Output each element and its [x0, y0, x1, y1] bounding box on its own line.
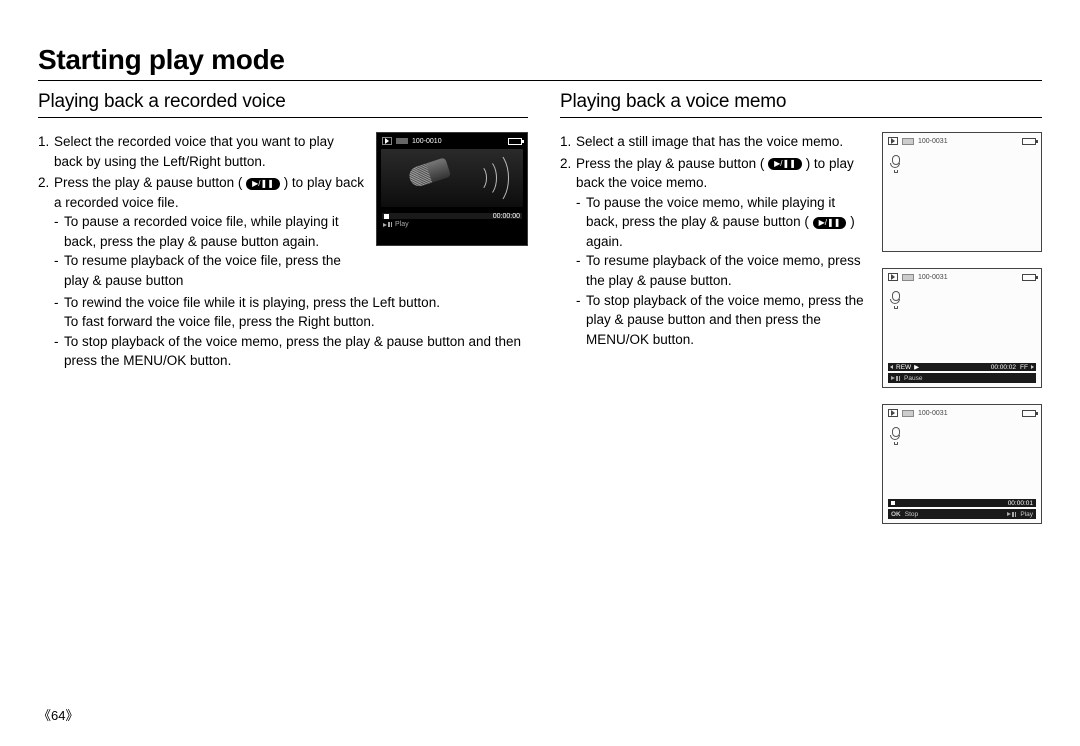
bullet-ff: To fast forward the voice file, press th… [64, 312, 528, 332]
bullet-pause: To pause a recorded voice file, while pl… [54, 212, 364, 251]
playback-mode-icon [888, 273, 898, 281]
lcd-stack: 100-0031 100-0031 [882, 132, 1042, 524]
playback-mode-icon [888, 409, 898, 417]
step-2: Press the play & pause button ( ▶/❚❚ ) t… [38, 173, 364, 290]
bullet-rewind-ff: To rewind the voice file while it is pla… [54, 293, 528, 332]
stop-icon [384, 214, 389, 219]
bullet-resume: To resume playback of the voice file, pr… [54, 251, 364, 290]
lcd-memo-paused: 100-0031 00:00:01 OK [882, 404, 1042, 524]
microphone-icon [407, 157, 451, 188]
r-step-1: Select a still image that has the voice … [560, 132, 864, 152]
r-step-2: Press the play & pause button ( ▶/❚❚ ) t… [560, 154, 864, 350]
r-bullet-resume: To resume playback of the voice memo, pr… [576, 251, 864, 290]
lcd-help-row: Play [377, 221, 527, 232]
lcd-time: 00:00:00 [493, 213, 520, 220]
heading-right: Playing back a voice memo [560, 91, 1042, 118]
page-title: Starting play mode [38, 44, 1042, 76]
left-body: Select the recorded voice that you want … [38, 132, 528, 293]
step-2a: Press the play & pause button ( [54, 175, 242, 190]
size-icon [902, 274, 914, 281]
step-1: Select the recorded voice that you want … [38, 132, 364, 171]
lcd-memo-playing: 100-0031 REW ▶ 00:00:02 FF [882, 268, 1042, 388]
microphone-icon [891, 155, 901, 171]
lcd2-help: Pause [888, 373, 1036, 383]
ff-label: FF [1020, 364, 1034, 371]
play-pause-icon [891, 376, 900, 381]
lcd2-file: 100-0031 [918, 274, 948, 281]
left-wide-bullets: To rewind the voice file while it is pla… [38, 293, 528, 371]
r-b1a: To pause the voice memo, while playing i… [586, 195, 835, 230]
playback-mode-icon [382, 137, 392, 145]
lcd3-time: 00:00:01 [1008, 500, 1033, 507]
lcd3-help: OK Stop Play [888, 509, 1036, 519]
play-pause-icon: ▶/❚❚ [768, 158, 802, 170]
lcd2-progress: REW ▶ 00:00:02 FF [888, 363, 1036, 371]
play-pause-icon: ▶/❚❚ [813, 217, 847, 229]
heading-left: Playing back a recorded voice [38, 91, 528, 118]
size-icon [396, 138, 408, 144]
lcd-mic-graphic [381, 149, 523, 207]
play-label: Play [1020, 511, 1033, 518]
lcd-hint: Play [395, 221, 409, 228]
col-recorded-voice: Playing back a recorded voice Select the… [38, 91, 528, 524]
battery-icon [1022, 410, 1036, 417]
right-body: Select a still image that has the voice … [560, 132, 1042, 524]
right-text: Select a still image that has the voice … [560, 132, 864, 524]
play-pause-icon [383, 222, 392, 227]
playback-mode-icon [888, 137, 898, 145]
lcd1-file: 100-0031 [918, 138, 948, 145]
lcd3-file: 100-0031 [918, 410, 948, 417]
battery-icon [1022, 138, 1036, 145]
pause-indicator-icon [891, 501, 895, 505]
lcd-file-number: 100-0010 [412, 138, 442, 145]
lcd-recorded-voice: 100-0010 00:00:00 P [376, 132, 528, 246]
col-voice-memo: Playing back a voice memo Select a still… [560, 91, 1042, 524]
lcd2-hint: Pause [904, 375, 922, 382]
battery-icon [508, 138, 522, 145]
r-bullet-pause: To pause the voice memo, while playing i… [576, 193, 864, 252]
microphone-icon [891, 427, 901, 443]
lcd2-time: 00:00:02 [991, 364, 1016, 371]
columns: Playing back a recorded voice Select the… [38, 91, 1042, 524]
microphone-icon [891, 291, 901, 307]
sound-wave-icon [479, 151, 509, 205]
battery-icon [1022, 274, 1036, 281]
bullet-stop: To stop playback of the voice memo, pres… [54, 332, 528, 371]
size-icon [902, 410, 914, 417]
play-pause-icon: ▶/❚❚ [246, 178, 280, 190]
play-indicator-icon: ▶ [914, 363, 919, 371]
lcd-progress-bar: 00:00:00 [382, 213, 522, 219]
play-pause-icon [1007, 512, 1016, 517]
rew-label: REW [890, 364, 911, 371]
lcd-top-bar: 100-0010 [377, 133, 527, 149]
lcd3-progress: 00:00:01 [888, 499, 1036, 507]
manual-page: Starting play mode Playing back a record… [0, 0, 1080, 746]
r-bullet-stop: To stop playback of the voice memo, pres… [576, 291, 864, 350]
size-icon [902, 138, 914, 145]
page-number: 《64》 [38, 705, 78, 724]
stop-label: Stop [905, 511, 918, 518]
left-text: Select the recorded voice that you want … [38, 132, 364, 293]
r-step-2a: Press the play & pause button ( [576, 156, 764, 171]
title-rule [38, 80, 1042, 81]
ok-label: OK [891, 511, 901, 518]
lcd-memo-idle: 100-0031 [882, 132, 1042, 252]
bullet-rewind: To rewind the voice file while it is pla… [64, 295, 440, 310]
